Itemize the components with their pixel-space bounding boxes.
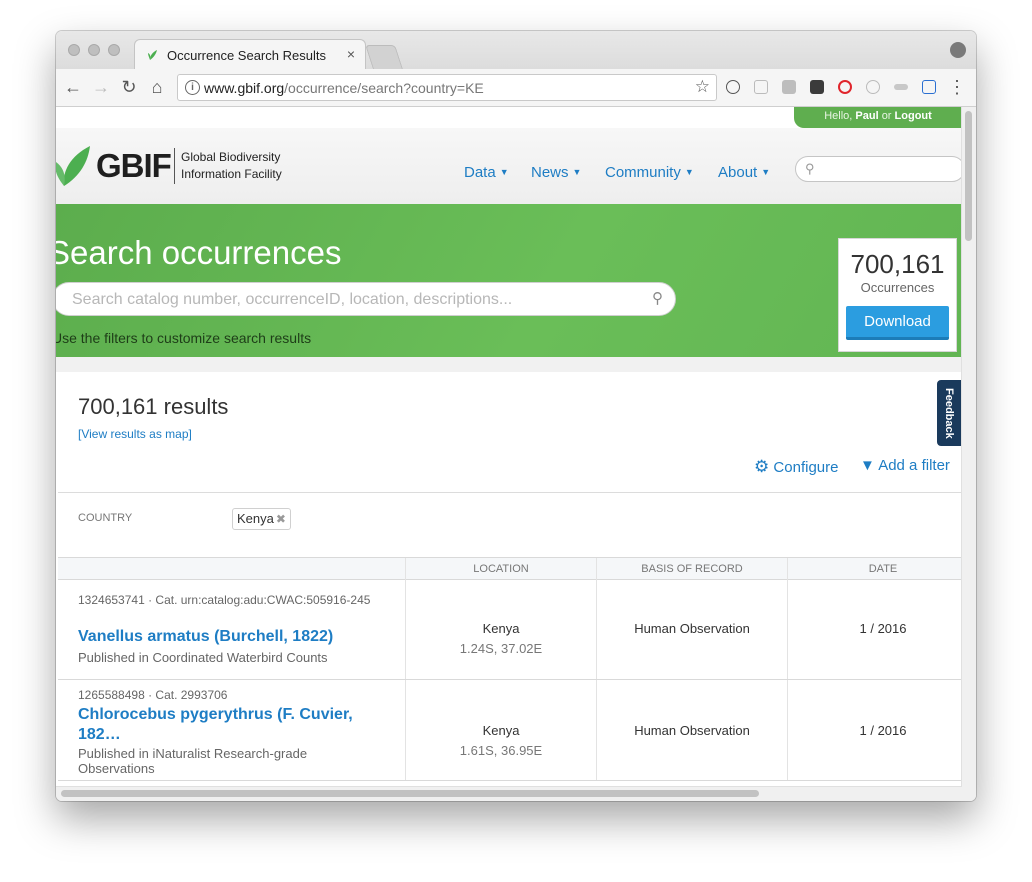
search-hero: Search occurrences Search catalog number…: [56, 204, 962, 357]
publisher-text: Published in iNaturalist Research-grade …: [78, 746, 308, 776]
user-name[interactable]: Paul: [855, 110, 878, 122]
evernote-extension-icon[interactable]: [810, 80, 824, 94]
browser-toolbar: ← → ↻ ⌂ i www.gbif.org/occurrence/search…: [56, 69, 976, 107]
location-cell: Kenya 1.24S, 37.02E: [459, 621, 543, 656]
location-cell: Kenya 1.61S, 36.95E: [459, 723, 543, 758]
menu-icon[interactable]: ⋮: [948, 76, 966, 98]
link-extension-icon[interactable]: [894, 84, 908, 90]
results-count: 700,161 results: [78, 394, 229, 419]
basis-cell: Human Observation: [634, 621, 750, 636]
occurrence-count-label: Occurrences: [860, 280, 935, 295]
url-text: www.gbif.org/occurrence/search?country=K…: [204, 80, 484, 96]
logo-subtitle: Global Biodiversity Information Facility: [181, 150, 282, 181]
column-header-location[interactable]: LOCATION: [406, 563, 596, 575]
table-row[interactable]: 1265588498 · Cat. 2993706 Chlorocebus py…: [58, 680, 962, 781]
table-header: LOCATION BASIS OF RECORD DATE: [58, 557, 962, 580]
browser-window: Occurrence Search Results × ← → ↻ ⌂ i ww…: [56, 31, 976, 801]
table-row[interactable]: 1324653741 · Cat. urn:catalog:adu:CWAC:5…: [58, 579, 962, 680]
date-cell: 1 / 2016: [859, 621, 907, 636]
add-filter-button[interactable]: ▼ Add a filter: [860, 457, 950, 474]
nav-news[interactable]: News ▼: [531, 164, 581, 181]
vertical-scrollbar[interactable]: [961, 107, 976, 801]
drive-extension-icon[interactable]: [782, 80, 796, 94]
remove-icon[interactable]: ✖: [276, 512, 286, 526]
gear-icon: ⚙: [754, 457, 770, 476]
chevron-down-icon: ▼: [761, 167, 771, 177]
close-window-button[interactable]: [68, 44, 80, 56]
profile-icon[interactable]: [950, 42, 966, 58]
record-meta: 1265588498 · Cat. 2993706: [78, 688, 228, 702]
nav-community[interactable]: Community ▼: [605, 164, 694, 181]
record-meta: 1324653741 · Cat. urn:catalog:adu:CWAC:5…: [78, 593, 371, 607]
date-cell: 1 / 2016: [859, 723, 907, 738]
back-icon[interactable]: ←: [62, 76, 84, 98]
info-icon[interactable]: i: [185, 80, 200, 95]
skype-extension-icon[interactable]: [866, 80, 880, 94]
column-header-date[interactable]: DATE: [788, 563, 962, 575]
chevron-down-icon: ▼: [684, 167, 694, 177]
species-link[interactable]: Vanellus armatus (Burchell, 1822): [78, 627, 378, 647]
divider: [58, 492, 962, 493]
chevron-down-icon: ▼: [572, 167, 582, 177]
occurrence-search-input[interactable]: Search catalog number, occurrenceID, loc…: [56, 282, 676, 316]
feedback-tab[interactable]: Feedback: [937, 380, 961, 446]
configure-button[interactable]: ⚙ Configure: [754, 457, 838, 477]
species-link[interactable]: Chlorocebus pygerythrus (F. Cuvier, 182…: [78, 705, 378, 745]
star-icon[interactable]: ☆: [695, 77, 710, 97]
nav-about[interactable]: About ▼: [718, 164, 770, 181]
nav-data[interactable]: Data ▼: [464, 164, 509, 181]
address-bar[interactable]: i www.gbif.org/occurrence/search?country…: [177, 74, 717, 101]
site-header: GBIF Global Biodiversity Information Fac…: [56, 128, 962, 204]
section-strip: [56, 357, 962, 372]
publisher-text: Published in Coordinated Waterbird Count…: [78, 650, 328, 665]
title-bar: Occurrence Search Results ×: [56, 31, 976, 69]
horizontal-scrollbar[interactable]: [56, 786, 962, 801]
filter-hint: Use the filters to customize search resu…: [56, 330, 312, 346]
chevron-down-icon: ▼: [499, 167, 509, 177]
column-header-basis[interactable]: BASIS OF RECORD: [597, 563, 787, 575]
browser-tab[interactable]: Occurrence Search Results ×: [134, 39, 366, 69]
user-greeting: Hello, Paul or Logout: [794, 107, 962, 128]
filter-label: COUNTRY: [78, 512, 133, 524]
occurrence-count: 700,161: [850, 249, 945, 279]
search-placeholder: Search catalog number, occurrenceID, loc…: [72, 291, 513, 308]
gbif-leaf-icon: [148, 50, 157, 60]
hand-extension-icon[interactable]: [922, 80, 936, 94]
site-search-input[interactable]: ⚲: [795, 156, 962, 182]
home-icon[interactable]: ⌂: [146, 76, 168, 98]
reload-icon[interactable]: ↻: [118, 76, 140, 98]
scroll-thumb[interactable]: [965, 111, 972, 241]
forward-icon[interactable]: →: [90, 76, 112, 98]
view-map-link[interactable]: [View results as map]: [78, 427, 192, 441]
tab-title: Occurrence Search Results: [167, 48, 326, 63]
occurrence-count-box: 700,161 Occurrences Download: [838, 238, 957, 352]
search-icon: ⚲: [805, 161, 815, 176]
page-title: Search occurrences: [56, 234, 342, 271]
gbif-leaf-icon[interactable]: [56, 142, 96, 188]
zoom-window-button[interactable]: [108, 44, 120, 56]
new-tab-button[interactable]: [365, 45, 403, 69]
search-icon[interactable]: ⚲: [652, 289, 663, 307]
opera-extension-icon[interactable]: [838, 80, 852, 94]
country-filter-chip[interactable]: Kenya ✖: [232, 508, 291, 530]
minimize-window-button[interactable]: [88, 44, 100, 56]
scroll-thumb[interactable]: [61, 790, 759, 797]
logo-divider: [174, 148, 175, 184]
filter-icon: ▼: [860, 457, 875, 474]
basis-cell: Human Observation: [634, 723, 750, 738]
cast-extension-icon[interactable]: [754, 80, 768, 94]
web-page: Hello, Paul or Logout GBIF Global Biodiv…: [56, 107, 962, 787]
password-extension-icon[interactable]: [726, 80, 740, 94]
download-button[interactable]: Download: [846, 306, 949, 340]
close-icon[interactable]: ×: [347, 46, 355, 62]
logout-link[interactable]: Logout: [895, 110, 932, 122]
logo-text[interactable]: GBIF: [96, 147, 172, 185]
